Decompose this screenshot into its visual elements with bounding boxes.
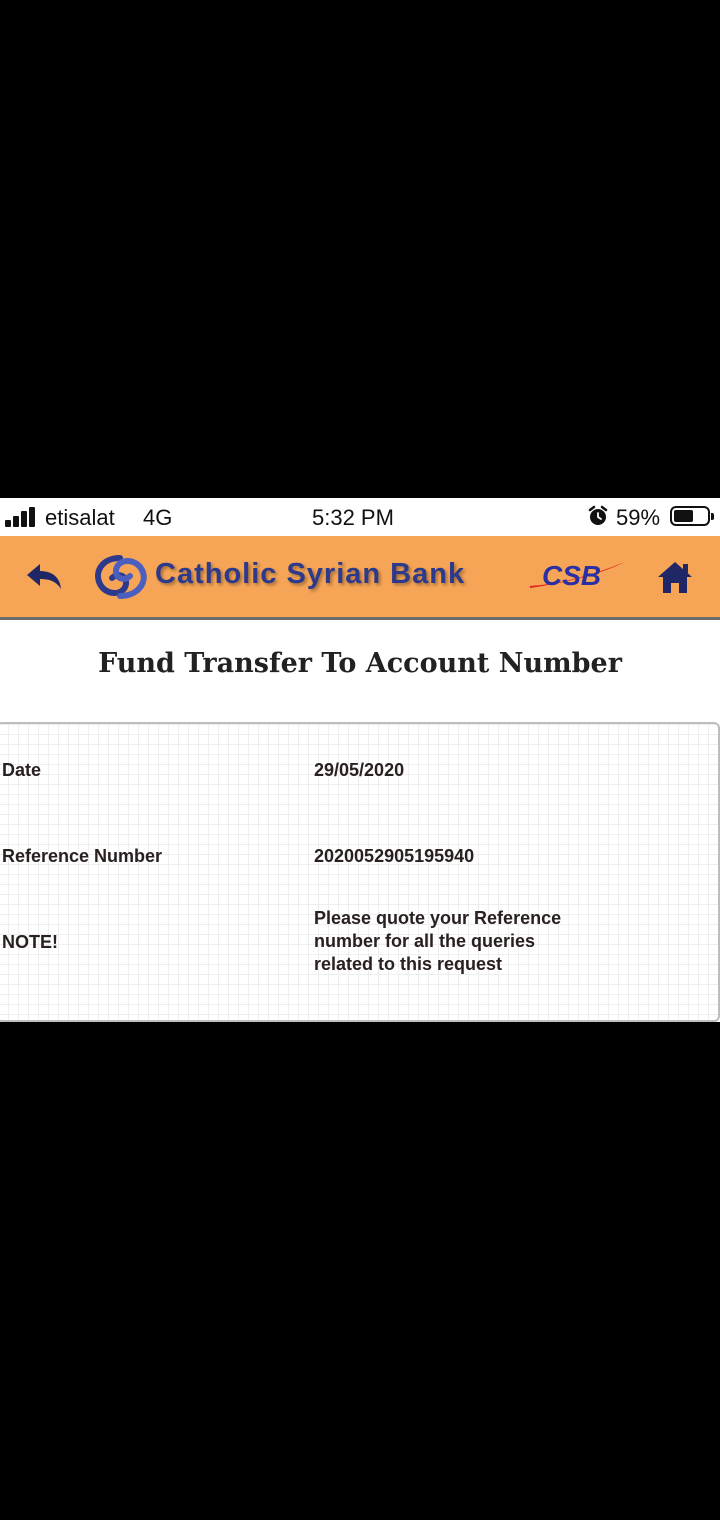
date-label: Date xyxy=(2,760,42,780)
battery-fill xyxy=(674,510,693,522)
transfer-details-panel: Date 29/05/2020 Reference Number 2020052… xyxy=(0,722,720,1022)
note-text: Please quote your Reference number for a… xyxy=(314,907,614,976)
bank-logo-icon xyxy=(95,555,147,599)
back-arrow-icon[interactable] xyxy=(24,560,64,594)
network-type: 4G xyxy=(143,505,173,530)
signal-icon xyxy=(5,507,39,527)
reference-number-label: Reference Number xyxy=(2,846,163,866)
battery-icon xyxy=(670,506,714,526)
page-title: Fund Transfer To Account Number xyxy=(98,648,622,679)
csb-brand-mark: CSB xyxy=(542,560,602,591)
date-value: 29/05/2020 xyxy=(314,760,405,780)
home-icon[interactable] xyxy=(656,560,694,596)
app-header: Catholic Syrian Bank CSB xyxy=(0,536,720,620)
battery-percent: 59% xyxy=(616,505,661,530)
note-line: related to this request xyxy=(314,954,503,974)
note-label: NOTE! xyxy=(2,932,58,952)
note-line: Please quote your Reference xyxy=(314,908,562,928)
app-screen: etisalat 4G 5:32 PM 59% Catholic Syrian … xyxy=(0,498,720,1022)
alarm-icon xyxy=(588,505,608,525)
bank-name: Catholic Syrian Bank xyxy=(155,558,466,590)
status-bar: etisalat 4G 5:32 PM 59% xyxy=(0,498,720,536)
reference-number-value: 2020052905195940 xyxy=(314,846,475,866)
carrier-name: etisalat xyxy=(45,505,115,530)
note-line: number for all the queries xyxy=(314,931,536,951)
status-time: 5:32 PM xyxy=(312,505,394,530)
